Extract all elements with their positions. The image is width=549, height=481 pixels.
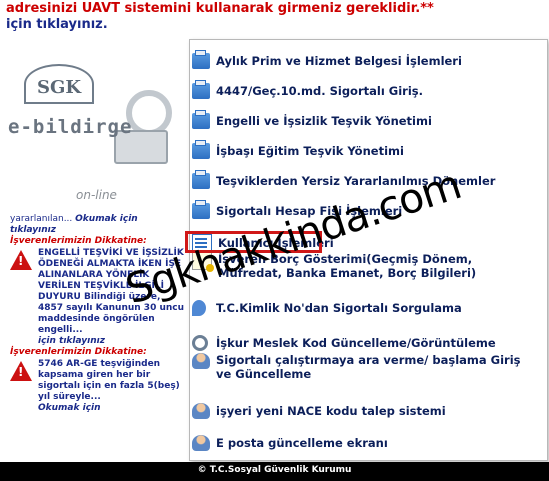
menu-item-tc-kimlik-sorgulama[interactable]: T.C.Kimlik No'dan Sigortalı Sorgulama xyxy=(192,300,542,316)
warning-icon xyxy=(10,250,32,270)
folder-icon xyxy=(192,170,210,189)
online-status: on-line xyxy=(76,188,117,202)
announcement-2: 5746 AR-GE teşviğinden kapsama giren her… xyxy=(10,359,188,414)
user-icon xyxy=(192,435,210,451)
read-more-link[interactable]: Okumak için xyxy=(38,403,188,414)
product-name: e-bildirge xyxy=(8,116,133,138)
read-more-link[interactable]: için tıklayınız xyxy=(38,336,188,347)
click-link[interactable]: tıklayınız xyxy=(10,225,56,235)
menu-item-aylik-prim[interactable]: Aylık Prim ve Hizmet Belgesi İşlemleri xyxy=(192,50,542,69)
notice-text: adresinizi UAVT sistemini kullanarak gir… xyxy=(6,1,421,16)
top-notice: adresinizi UAVT sistemini kullanarak gir… xyxy=(6,2,546,16)
footer-bar: © T.C.Sosyal Güvenlik Kurumu xyxy=(0,462,549,481)
sgk-logo: SGK xyxy=(24,64,94,104)
announcements-panel: yararlanılan... Okumak için tıklayınız İ… xyxy=(10,214,188,414)
notice-stars: ** xyxy=(420,1,434,16)
menu-item-4447[interactable]: 4447/Geç.10.md. Sigortalı Giriş. xyxy=(192,80,542,99)
gear-icon xyxy=(192,335,208,351)
folder-icon xyxy=(192,200,210,219)
folder-icon xyxy=(192,50,210,69)
copyright-text: © T.C.Sosyal Güvenlik Kurumu xyxy=(197,465,352,475)
intro-text: yararlanılan... Okumak için tıklayınız xyxy=(10,214,138,235)
warning-icon xyxy=(10,361,32,381)
click-here-link[interactable]: için tıklayınız. xyxy=(6,17,108,32)
ebildirge-brand: SGK e-bildirge on-line xyxy=(4,58,184,208)
notice-title-1: İşverenlerimizin Dikkatine: xyxy=(10,236,147,246)
menu-item-nace-kodu[interactable]: işyeri yeni NACE kodu talep sistemi xyxy=(192,403,542,419)
folder-icon xyxy=(192,110,210,129)
notice-title-2: İşverenlerimizin Dikkatine: xyxy=(10,347,147,357)
folder-icon xyxy=(192,80,210,99)
menu-item-engelli-tesvik[interactable]: Engelli ve İşsizlik Teşvik Yönetimi xyxy=(192,110,542,129)
user-icon xyxy=(192,353,210,369)
user-icon xyxy=(192,403,210,419)
folder-icon xyxy=(192,140,210,159)
menu-item-iskur-meslek[interactable]: İşkur Meslek Kod Güncelleme/Görüntüleme xyxy=(192,335,542,351)
menu-item-eposta[interactable]: E posta güncelleme ekranı xyxy=(192,435,542,451)
pin-icon xyxy=(192,300,206,316)
menu-item-ara-verme[interactable]: Sigortalı çalıştırmaya ara verme/ başlam… xyxy=(192,353,542,381)
announcement-body: 5746 AR-GE teşviğinden kapsama giren her… xyxy=(38,359,180,402)
read-more-link[interactable]: Okumak için xyxy=(75,214,138,224)
menu-item-isbasi-egitim[interactable]: İşbaşı Eğitim Teşvik Yönetimi xyxy=(192,140,542,159)
